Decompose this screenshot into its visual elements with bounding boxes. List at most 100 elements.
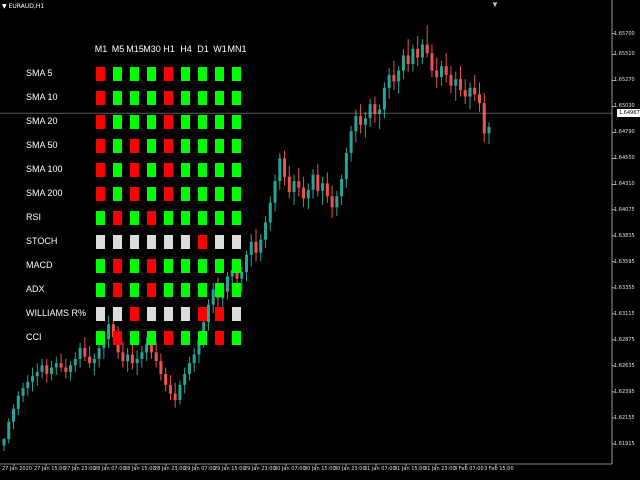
indicator-label: SMA 100: [26, 164, 63, 174]
signal-cell: [198, 307, 207, 321]
candle: [439, 60, 443, 86]
signal-cell: [164, 259, 173, 273]
candle: [283, 150, 287, 186]
indicator-label: SMA 5: [26, 68, 53, 78]
price-label: 1.63115: [614, 310, 635, 317]
signal-cell: [96, 283, 105, 297]
indicator-label: WILLIAMS R%: [26, 308, 87, 318]
candle: [168, 375, 172, 401]
indicator-label: ADX: [26, 284, 45, 294]
candle: [135, 350, 139, 376]
signal-cell: [181, 187, 190, 201]
time-label: 3 Feb 15:00: [484, 466, 514, 472]
signal-cell: [113, 283, 122, 297]
time-label: 27 Jan 2020: [2, 466, 32, 472]
candle: [420, 39, 424, 65]
price-label: 1.65270: [614, 77, 635, 84]
signal-cell: [130, 331, 139, 345]
candle: [40, 358, 44, 379]
price-label: 1.61915: [614, 440, 635, 447]
signal-cell: [181, 211, 190, 225]
signal-cell: [113, 187, 122, 201]
candle: [349, 125, 353, 162]
candle: [225, 272, 229, 300]
candle: [268, 196, 272, 231]
price-label: 1.65510: [614, 51, 635, 58]
signal-cell: [215, 211, 224, 225]
signal-cell: [130, 283, 139, 297]
price-label: 1.62635: [614, 362, 635, 369]
signal-cell: [164, 163, 173, 177]
signal-cell: [96, 91, 105, 105]
candle: [254, 228, 258, 262]
signal-cell: [96, 115, 105, 129]
signal-cell: [198, 211, 207, 225]
candle: [92, 353, 96, 376]
signal-cell: [181, 259, 190, 273]
time-label: 27 Jan 23:00: [64, 466, 96, 472]
price-label: 1.63355: [614, 284, 635, 291]
signal-cell: [130, 139, 139, 153]
candle: [83, 337, 87, 362]
indicator-label: SMA 200: [26, 188, 63, 198]
signal-cell: [181, 91, 190, 105]
signal-cell: [147, 259, 156, 273]
signal-cell: [96, 259, 105, 273]
signal-cell: [130, 259, 139, 273]
candle: [140, 345, 144, 368]
signal-cell: [198, 331, 207, 345]
signal-cell: [215, 67, 224, 81]
signal-cell: [232, 67, 241, 81]
candle: [35, 363, 39, 386]
candle: [2, 437, 6, 451]
candle: [311, 169, 315, 199]
time-label: 31 Jan 23:00: [424, 466, 456, 472]
signal-cell: [164, 187, 173, 201]
candle: [306, 183, 310, 210]
candle: [359, 104, 363, 134]
signal-cell: [113, 211, 122, 225]
candle: [487, 122, 491, 145]
signal-cell: [198, 67, 207, 81]
signal-cell: [147, 331, 156, 345]
chart-shift-icon[interactable]: ▼: [491, 0, 499, 9]
indicator-label: RSI: [26, 212, 42, 222]
signal-cell: [215, 235, 224, 249]
candle: [121, 341, 125, 368]
signal-cell: [96, 139, 105, 153]
signal-cell: [215, 187, 224, 201]
signal-cell: [181, 331, 190, 345]
signal-cell: [198, 163, 207, 177]
dropdown-triangle-icon[interactable]: ▼: [2, 3, 7, 10]
candle: [416, 35, 420, 67]
indicator-label: SMA 20: [26, 116, 58, 126]
signal-cell: [198, 187, 207, 201]
signal-cell: [181, 163, 190, 177]
current-price-label: 1.64967: [617, 109, 640, 118]
signal-cell: [130, 187, 139, 201]
candle: [164, 367, 168, 392]
signal-cell: [181, 307, 190, 321]
price-label: 1.64075: [614, 206, 635, 213]
signal-cell: [130, 211, 139, 225]
candle: [363, 111, 367, 138]
signal-cell: [113, 331, 122, 345]
signal-cell: [164, 139, 173, 153]
candle: [31, 367, 35, 392]
signal-cell: [113, 139, 122, 153]
candle: [107, 315, 111, 349]
candle: [458, 66, 462, 97]
signal-cell: [232, 259, 241, 273]
candle: [159, 353, 163, 381]
candle: [173, 382, 177, 408]
candle: [21, 382, 25, 403]
price-label: 1.63835: [614, 232, 635, 239]
candle: [187, 356, 191, 381]
signal-cell: [232, 283, 241, 297]
signal-cell: [147, 283, 156, 297]
signal-cell: [113, 115, 122, 129]
candle: [330, 185, 334, 218]
signal-cell: [232, 163, 241, 177]
symbol-title: EURAUD,H1: [8, 3, 45, 10]
candle: [54, 356, 58, 376]
